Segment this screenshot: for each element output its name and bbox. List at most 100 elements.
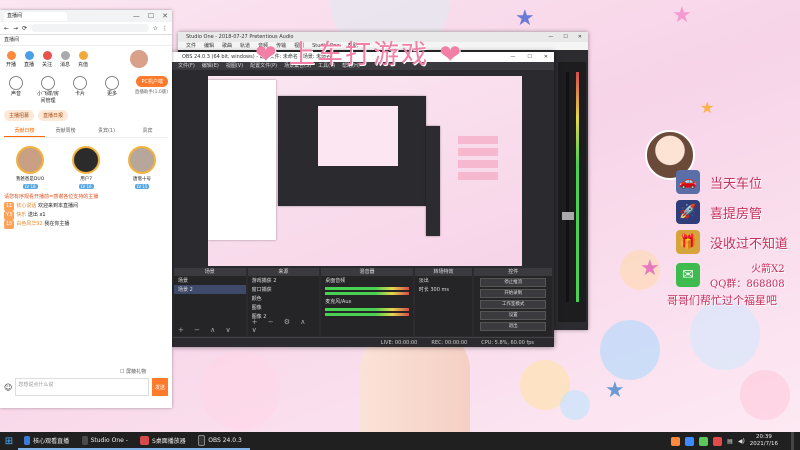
source-item[interactable]: 颜色 [248,294,320,303]
windows-start-icon[interactable]: ⊞ [0,432,18,450]
minimize-icon[interactable]: — [133,12,140,20]
system-tray: ▤ ◀) 20:39 2021/7/16 [671,432,800,450]
close-icon[interactable]: ✕ [578,32,582,42]
forward-icon[interactable]: → [13,25,18,32]
user-avatar[interactable] [130,50,148,68]
rec-status: REC: 00:00:00 [431,340,468,346]
minimize-icon[interactable]: — [548,32,553,42]
overlay-row-rocket: 🚀 喜提房管 [676,200,762,224]
rank-tab[interactable]: 贵宾 [127,125,168,137]
chat-text: 我在你主播 [44,221,70,227]
network-icon[interactable]: ▤ [727,438,733,445]
taskbar-app[interactable]: S桌面播放器 [134,432,192,450]
chat-user[interactable]: 快乐 [16,212,26,218]
rank-user[interactable]: 用户7 LV 16 [72,146,101,189]
clock[interactable]: 20:39 2021/7/16 [750,434,786,448]
stop-streaming-button[interactable]: 停止推流 [480,278,546,287]
top-icon-label: 直播 [23,61,34,68]
browser-tab[interactable]: 直播间 [4,11,67,21]
broadcast-icon [24,50,34,60]
decor-dot [740,370,790,420]
maximize-icon[interactable]: ☐ [148,12,154,20]
star-icon: ★ [605,378,625,403]
menu-item[interactable]: 轨道 [240,42,250,50]
tray-app-icon[interactable] [713,436,723,446]
taskbar-app[interactable]: OBS 24.0.3 (64 bit... [192,432,250,450]
show-desktop-button[interactable] [791,432,794,450]
top-icon[interactable]: 消息 [58,50,72,68]
obs-preview-canvas[interactable] [208,76,522,266]
bookmarks-bar[interactable]: 直播间 [0,35,172,46]
star-icon[interactable]: ☆ [153,25,158,32]
source-item[interactable]: 游戏捕获 2 [248,276,320,285]
dock-buttons[interactable]: + − ⚙ ∧ ∨ [252,318,320,334]
start-recording-button[interactable]: 开始录制 [480,289,546,298]
speaker-icon [9,76,23,90]
chat-user[interactable]: 白色风华92 [16,221,42,227]
chat-input[interactable]: 您想说点什么说 [15,378,149,396]
settings-button[interactable]: 设置 [480,311,546,320]
chat-user[interactable]: 钦心说话 [16,203,36,209]
level-badge: LV 18 [22,184,38,189]
maximize-icon[interactable]: ☐ [527,52,531,62]
tool-item[interactable]: 小飞碟/房间管理 [36,76,60,104]
rank-tab[interactable]: 贡献周榜 [45,125,86,137]
volume-icon[interactable]: ◀) [738,438,745,445]
app-icon [82,435,88,445]
emoji-icon[interactable]: ☺ [4,383,12,392]
duration-value[interactable]: 300 ms [430,287,449,293]
rank-tab[interactable]: 贡献日榜 [4,125,45,137]
source-item[interactable]: 窗口捕获 [248,285,320,294]
top-icon[interactable]: 充值 [76,50,90,68]
source-item[interactable]: 图像 [248,303,320,312]
block-gifts-checkbox[interactable]: ☐ 屏蔽礼物 [120,368,146,375]
menu-item[interactable]: 文件 [186,42,196,50]
studio-mode-button[interactable]: 工作室模式 [480,300,546,309]
tray-app-icon[interactable] [699,436,709,446]
scene-item[interactable]: 场景 [174,276,246,285]
overlay-row-text: 喜提房管 [710,206,763,222]
menu-item[interactable]: 编辑(E) [202,62,219,70]
taskbar-app-label: Studio One - 2018... [90,436,128,444]
back-icon[interactable]: ← [4,25,9,32]
obs-window[interactable]: OBS 24.0.3 (64 bit, windows) - 配置文件: 未命名… [172,52,554,347]
tray-app-icon[interactable] [671,436,681,446]
tool-item[interactable]: 卡片 [68,76,92,97]
maximize-icon[interactable]: ☐ [563,32,567,42]
tool-item[interactable]: 更多 [100,76,124,97]
close-icon[interactable]: ✕ [162,12,168,20]
reload-icon[interactable]: ⟳ [22,25,27,32]
exit-button[interactable]: 退出 [480,322,546,331]
rank-tab[interactable]: 贵宾(1) [86,125,127,137]
dock-buttons[interactable]: + − ∧ ∨ [178,326,235,334]
taskbar-app[interactable]: Studio One - 2018... [76,432,134,450]
user-badge: 15 [4,220,15,229]
address-bar[interactable] [31,24,149,32]
transition-select[interactable]: 淡出 [415,276,473,285]
menu-item[interactable]: 编辑 [204,42,214,50]
minimize-icon[interactable]: — [510,52,515,62]
menu-icon[interactable]: ⋮ [162,25,168,32]
fader-handle[interactable] [562,212,574,220]
top-icon[interactable]: 直播 [22,50,36,68]
promo-tabs: 主播招募 直播日报 [0,108,172,123]
rank-user[interactable]: 我爸爸是DUO LV 18 [16,146,44,189]
tray-app-icon[interactable] [685,436,695,446]
tool-item[interactable]: 声音 [4,76,28,97]
scene-item[interactable]: 场景 2 [174,285,246,294]
pc-client-sub: 直播助手(1.0版) [134,90,168,95]
close-icon[interactable]: ✕ [544,52,548,62]
star-icon: ★ [700,98,715,117]
top-icon[interactable]: 开播 [4,50,18,68]
pc-client-button[interactable]: PC机户端 [136,76,168,87]
taskbar-app[interactable]: 核心观看直播 - 游戏 [18,432,76,450]
menu-item[interactable]: 歌曲 [222,42,232,50]
browser-window[interactable]: 直播间 — ☐ ✕ ← → ⟳ ☆ ⋮ 直播间 开播 直播 关注 消息 充值 声… [0,10,172,408]
promo-tab[interactable]: 直播日报 [38,110,69,121]
menu-item[interactable]: 视图(V) [226,62,243,70]
promo-tab[interactable]: 主播招募 [4,110,35,121]
menu-item[interactable]: 文件(F) [178,62,195,70]
top-icon[interactable]: 关注 [40,50,54,68]
send-button[interactable]: 发送 [152,378,168,396]
rank-user[interactable]: 唐僧十号 LV 15 [128,146,157,189]
